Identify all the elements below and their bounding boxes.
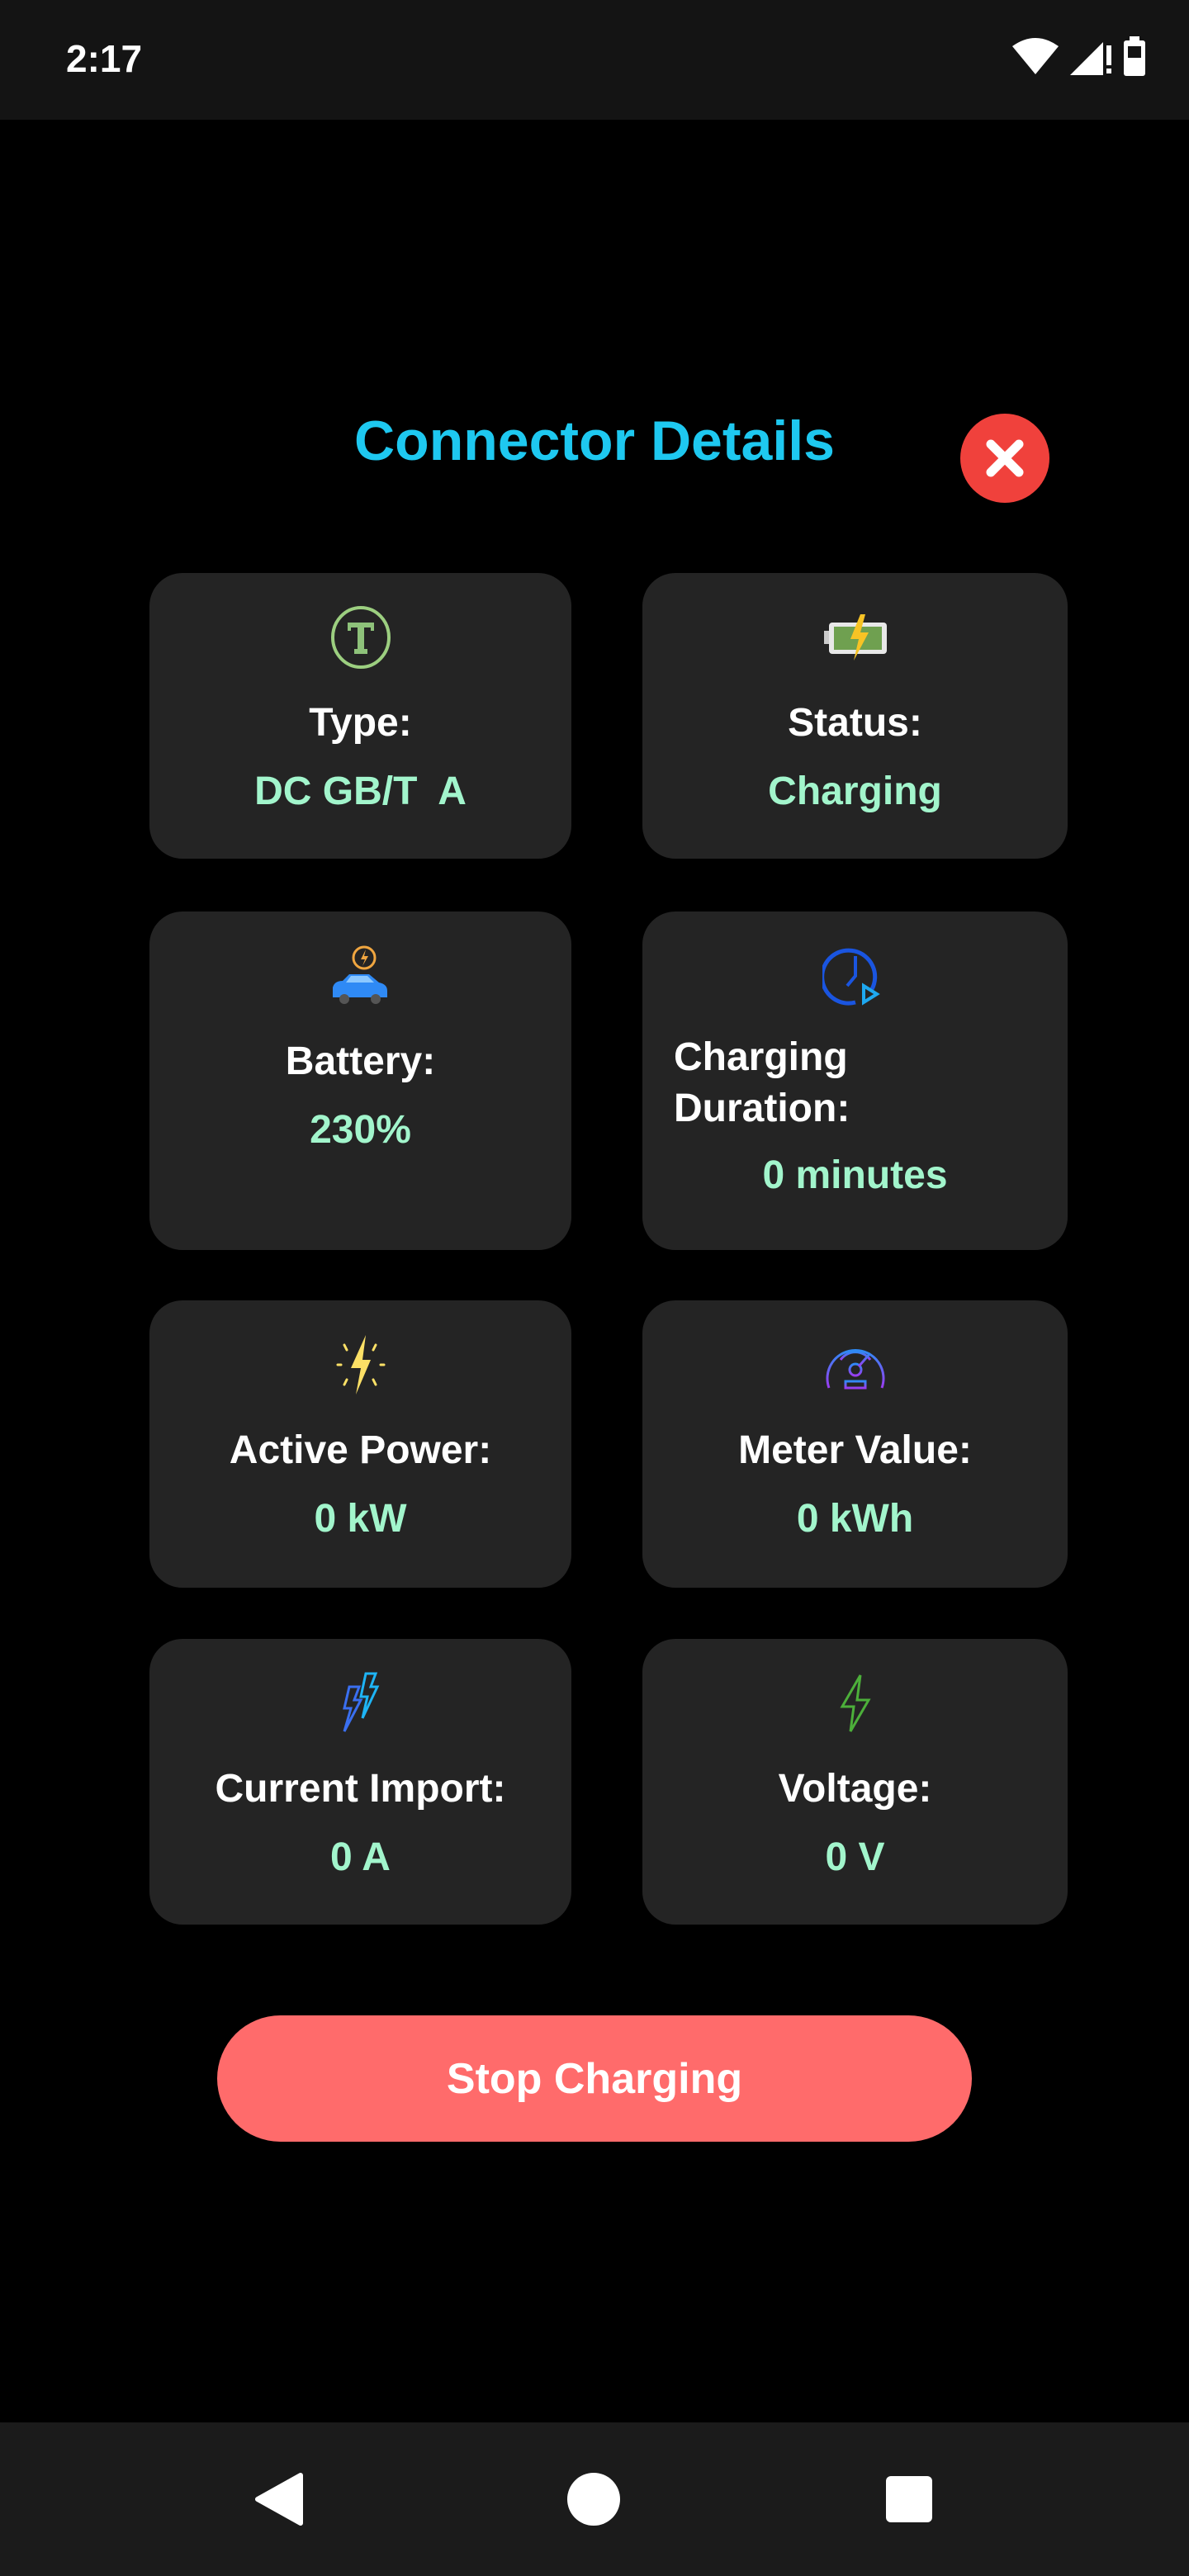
double-bolt-icon xyxy=(326,1669,396,1738)
back-icon xyxy=(255,2473,303,2526)
card-value: 230% xyxy=(310,1108,411,1152)
status-bar: 2:17 xyxy=(0,0,1189,120)
recents-icon xyxy=(886,2476,932,2522)
wifi-icon xyxy=(1012,38,1059,74)
card-voltage: Voltage: 0 V xyxy=(642,1639,1068,1925)
clock-play-icon xyxy=(821,941,890,1011)
back-button[interactable] xyxy=(251,2472,306,2526)
card-active-power: Active Power: 0 kW xyxy=(149,1300,571,1588)
battery-charging-icon xyxy=(821,603,890,672)
navigation-bar xyxy=(0,2422,1189,2576)
card-value: 0 A xyxy=(330,1835,391,1879)
stop-charging-button[interactable]: Stop Charging xyxy=(217,2015,972,2142)
card-label: Charging Duration: xyxy=(674,1035,850,1130)
card-label: Voltage: xyxy=(778,1767,932,1811)
card-meter-value: Meter Value: 0 kWh xyxy=(642,1300,1068,1588)
card-value: 0 kW xyxy=(314,1497,407,1541)
card-value: Charging xyxy=(768,769,942,813)
card-label: Status: xyxy=(788,701,922,745)
lightning-icon xyxy=(326,1330,396,1399)
signal-icon xyxy=(1070,42,1111,75)
close-icon xyxy=(986,439,1024,477)
home-button[interactable] xyxy=(566,2472,621,2526)
card-value: DC GB/T A xyxy=(254,769,467,813)
card-value: 0 V xyxy=(825,1835,885,1879)
card-label: Meter Value: xyxy=(738,1428,972,1472)
bolt-outline-icon xyxy=(821,1669,890,1738)
card-status: Status: Charging xyxy=(642,573,1068,859)
type-t-icon xyxy=(326,603,396,672)
home-icon xyxy=(567,2473,620,2526)
battery-icon xyxy=(1124,36,1145,76)
card-value: 0 minutes xyxy=(762,1153,948,1197)
card-charging-duration: Charging Duration: 0 minutes xyxy=(642,912,1068,1250)
car-charging-icon xyxy=(326,941,396,1011)
recents-button[interactable] xyxy=(882,2472,936,2526)
card-label: Current Import: xyxy=(215,1767,506,1811)
card-battery: Battery: 230% xyxy=(149,912,571,1250)
meter-gauge-icon xyxy=(821,1330,890,1399)
card-value: 0 kWh xyxy=(796,1497,914,1541)
card-type: Type: DC GB/T A xyxy=(149,573,571,859)
close-button[interactable] xyxy=(960,414,1049,503)
card-label: Battery: xyxy=(285,1039,436,1083)
card-label: Type: xyxy=(309,701,412,745)
card-current-import: Current Import: 0 A xyxy=(149,1639,571,1925)
card-label: Active Power: xyxy=(229,1428,492,1472)
status-time: 2:17 xyxy=(66,37,143,80)
